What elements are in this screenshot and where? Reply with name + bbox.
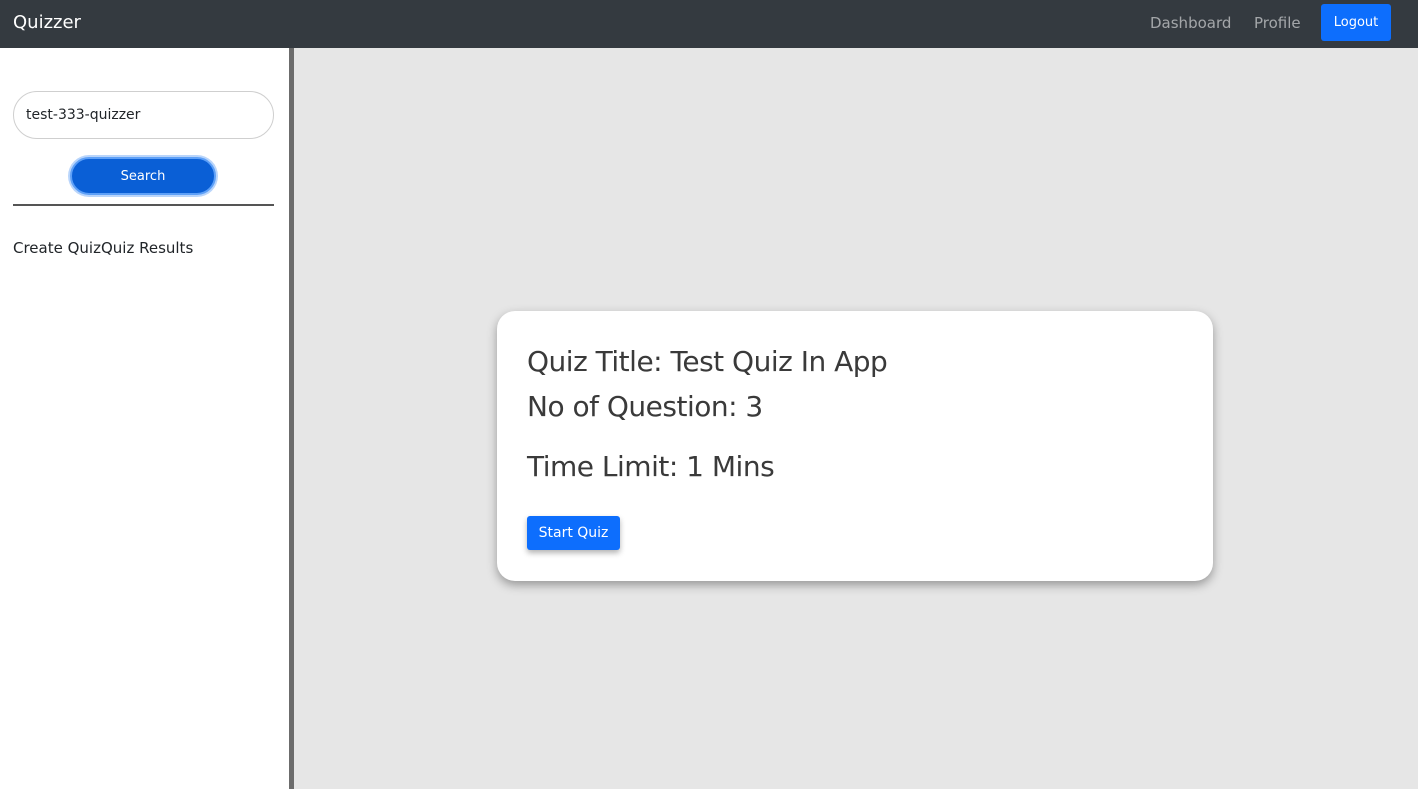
search-input[interactable]	[13, 91, 274, 139]
logout-button[interactable]: Logout	[1321, 4, 1391, 41]
search-button[interactable]: Search	[70, 157, 216, 195]
nav-link-profile[interactable]: Profile	[1254, 13, 1301, 33]
sidebar-border[interactable]	[289, 48, 294, 789]
sidebar-link-quiz-results[interactable]: Quiz Results	[101, 239, 193, 257]
quiz-title: Quiz Title: Test Quiz In App	[527, 345, 888, 378]
app-brand[interactable]: Quizzer	[13, 11, 81, 35]
nav-link-dashboard[interactable]: Dashboard	[1150, 13, 1231, 33]
quiz-time-limit: Time Limit: 1 Mins	[527, 450, 775, 483]
start-quiz-button[interactable]: Start Quiz	[527, 516, 620, 550]
quiz-question-count: No of Question: 3	[527, 390, 763, 423]
sidebar: Search Create QuizQuiz Results	[0, 48, 289, 789]
sidebar-links: Create QuizQuiz Results	[13, 238, 193, 258]
sidebar-divider	[13, 204, 274, 206]
sidebar-link-create-quiz[interactable]: Create Quiz	[13, 239, 101, 257]
top-navbar: Quizzer Dashboard Profile Logout	[0, 0, 1418, 48]
quiz-card: Quiz Title: Test Quiz In App No of Quest…	[497, 311, 1213, 581]
